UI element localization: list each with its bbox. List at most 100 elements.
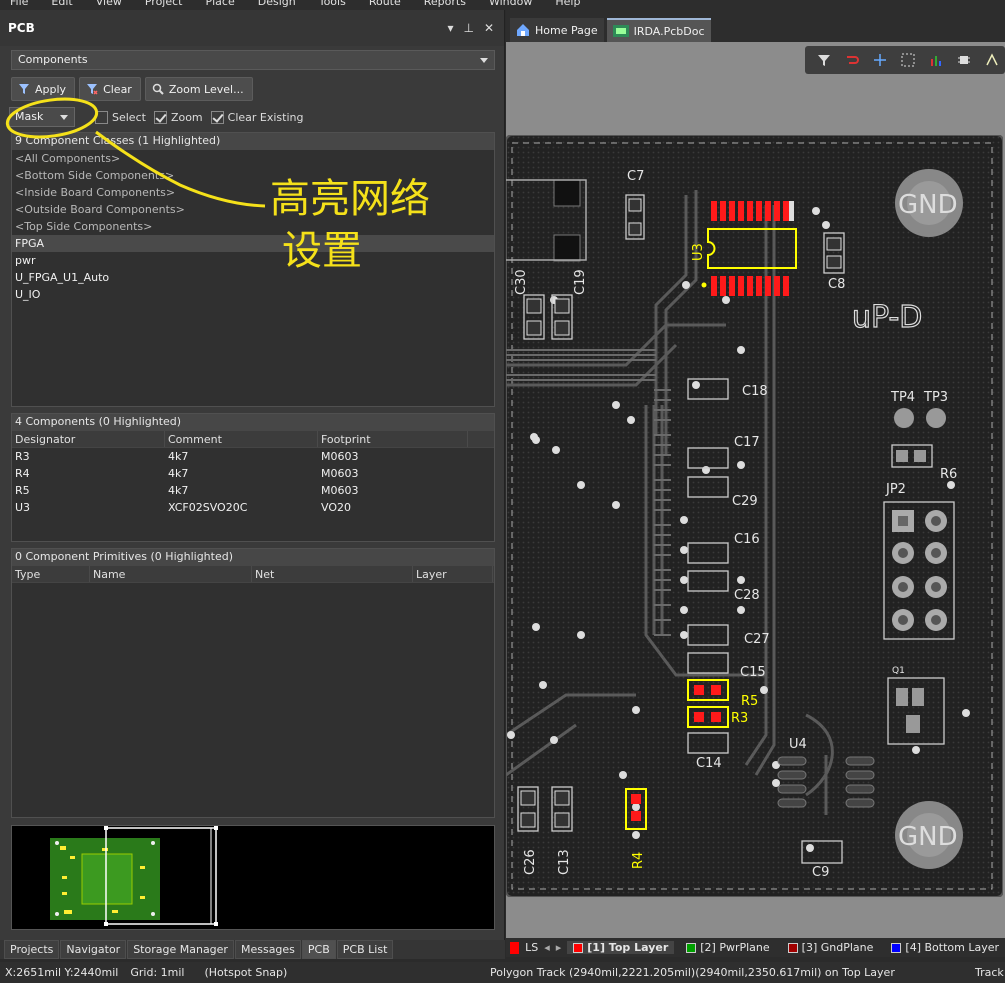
clear-button[interactable]: Clear <box>79 77 141 101</box>
menu-project[interactable]: Project <box>145 0 183 8</box>
layer-tabs: LS ◂ ▸ [1] Top Layer [2] PwrPlane [3] Gn… <box>506 938 1005 957</box>
status-snap: (Hotspot Snap) <box>204 966 288 979</box>
board-minimap[interactable] <box>11 825 495 930</box>
col-name[interactable]: Name <box>90 566 252 582</box>
cell-comment: XCF02SVO20C <box>168 501 248 514</box>
layer-tab-bottom[interactable]: [4] Bottom Layer <box>885 941 1005 954</box>
col-net[interactable]: Net <box>252 566 413 582</box>
mask-dropdown[interactable]: Mask <box>9 107 75 127</box>
chart-icon[interactable] <box>929 53 943 67</box>
tab-pcb-document[interactable]: IRDA.PcbDoc <box>606 18 711 42</box>
layer-tab-pwrplane[interactable]: [2] PwrPlane <box>680 941 775 954</box>
clear-existing-checkbox[interactable]: Clear Existing <box>210 110 304 124</box>
tab-messages[interactable]: Messages <box>234 940 301 959</box>
mask-value: Mask <box>15 110 44 123</box>
close-icon[interactable]: ✕ <box>484 21 494 35</box>
label-c8: C8 <box>828 277 845 292</box>
col-type[interactable]: Type <box>12 566 90 582</box>
apply-button[interactable]: Apply <box>11 77 76 101</box>
cell-designator: R3 <box>15 450 30 463</box>
gnd-label-bottom: GND <box>898 822 958 852</box>
components-header: 4 Components (0 Highlighted) <box>12 414 494 431</box>
menu-place[interactable]: Place <box>205 0 234 8</box>
pcb-active-toolbar <box>805 46 1005 74</box>
zoom-label: Zoom <box>170 110 203 124</box>
zoom-checkbox-box[interactable] <box>153 110 167 124</box>
list-item[interactable]: U_FPGA_U1_Auto <box>12 269 494 286</box>
layer-swatch <box>573 943 584 953</box>
layer-scroll-left-icon[interactable]: ◂ <box>544 941 550 954</box>
list-item[interactable]: <All Components> <box>12 150 494 167</box>
pcb-board[interactable]: C7 C8 C18 C17 C29 C16 C28 C27 C15 C14 U4… <box>506 135 1003 897</box>
col-designator[interactable]: Designator <box>12 431 165 447</box>
panel-tabs: Projects Navigator Storage Manager Messa… <box>0 940 505 959</box>
layer-name: [4] Bottom Layer <box>905 941 999 954</box>
filter-icon <box>19 84 29 94</box>
select-checkbox[interactable]: Select <box>95 110 146 124</box>
tab-storage-manager[interactable]: Storage Manager <box>127 940 234 959</box>
table-row[interactable]: R3 4k7 M0603 <box>12 448 494 465</box>
crosshair-icon[interactable] <box>873 53 887 67</box>
table-row[interactable]: R4 4k7 M0603 <box>12 465 494 482</box>
menu-route[interactable]: Route <box>369 0 401 8</box>
pin-icon[interactable]: ⊥ <box>463 21 473 35</box>
tab-pcb[interactable]: PCB <box>301 940 336 959</box>
layer-swatch <box>787 943 798 953</box>
route-tool-icon[interactable] <box>985 53 999 67</box>
col-layer[interactable]: Layer <box>413 566 493 582</box>
col-comment[interactable]: Comment <box>165 431 318 447</box>
route-icon[interactable] <box>845 53 859 67</box>
select-rect-icon[interactable] <box>901 53 915 67</box>
table-row[interactable]: R5 4k7 M0603 <box>12 482 494 499</box>
filter-icon[interactable] <box>817 53 831 67</box>
cell-comment: 4k7 <box>168 467 189 480</box>
layer-name: [1] Top Layer <box>587 941 669 954</box>
layer-tab-top[interactable]: [1] Top Layer <box>567 941 675 954</box>
tab-home-page[interactable]: Home Page <box>510 18 604 42</box>
mode-dropdown[interactable]: Components <box>11 50 495 70</box>
list-item[interactable]: pwr <box>12 252 494 269</box>
tab-navigator[interactable]: Navigator <box>60 940 127 959</box>
cell-footprint: VO20 <box>321 501 351 514</box>
component-icon[interactable] <box>957 53 971 67</box>
zoom-checkbox[interactable]: Zoom <box>153 110 203 124</box>
label-c14: C14 <box>696 756 722 771</box>
menu-help[interactable]: Help <box>555 0 580 8</box>
select-checkbox-box[interactable] <box>95 110 108 124</box>
list-item-selected[interactable]: FPGA <box>12 235 494 252</box>
clear-filter-icon <box>87 84 98 95</box>
menu-file[interactable]: File <box>10 0 28 8</box>
cell-comment: 4k7 <box>168 484 189 497</box>
board-title: uP-D <box>852 300 922 335</box>
label-c18: C18 <box>742 384 768 399</box>
tab-pcb-list[interactable]: PCB List <box>336 940 394 959</box>
layer-name: [2] PwrPlane <box>700 941 770 954</box>
label-c27: C27 <box>744 632 770 647</box>
classes-header: 9 Component Classes (1 Highlighted) <box>12 133 494 150</box>
home-icon <box>517 24 529 36</box>
chevron-down-icon <box>480 58 488 63</box>
menu-design[interactable]: Design <box>258 0 296 8</box>
panel-header: PCB ▾ ⊥ ✕ <box>0 10 504 46</box>
annotation-text-1: 高亮网络 <box>270 176 430 222</box>
menu-reports[interactable]: Reports <box>424 0 466 8</box>
label-r3: R3 <box>731 711 748 726</box>
panel-menu-icon[interactable]: ▾ <box>447 21 453 35</box>
col-footprint[interactable]: Footprint <box>318 431 468 447</box>
list-item[interactable]: U_IO <box>12 286 494 303</box>
layer-scroll-right-icon[interactable]: ▸ <box>556 941 562 954</box>
ls-label[interactable]: LS <box>525 941 538 954</box>
menu-tools[interactable]: Tools <box>319 0 346 8</box>
menu-view[interactable]: View <box>96 0 122 8</box>
current-layer-swatch[interactable] <box>510 941 520 954</box>
table-row[interactable]: U3 XCF02SVO20C VO20 <box>12 499 494 516</box>
status-track: Track: <box>975 966 1005 979</box>
clear-existing-checkbox-box[interactable] <box>210 110 224 124</box>
menu-window[interactable]: Window <box>489 0 532 8</box>
zoom-level-button[interactable]: Zoom Level... <box>144 77 253 101</box>
layer-tab-gndplane[interactable]: [3] GndPlane <box>782 941 880 954</box>
label-r6: R6 <box>940 467 957 482</box>
menu-edit[interactable]: Edit <box>51 0 72 8</box>
tab-projects[interactable]: Projects <box>4 940 60 959</box>
cell-designator: U3 <box>15 501 31 514</box>
